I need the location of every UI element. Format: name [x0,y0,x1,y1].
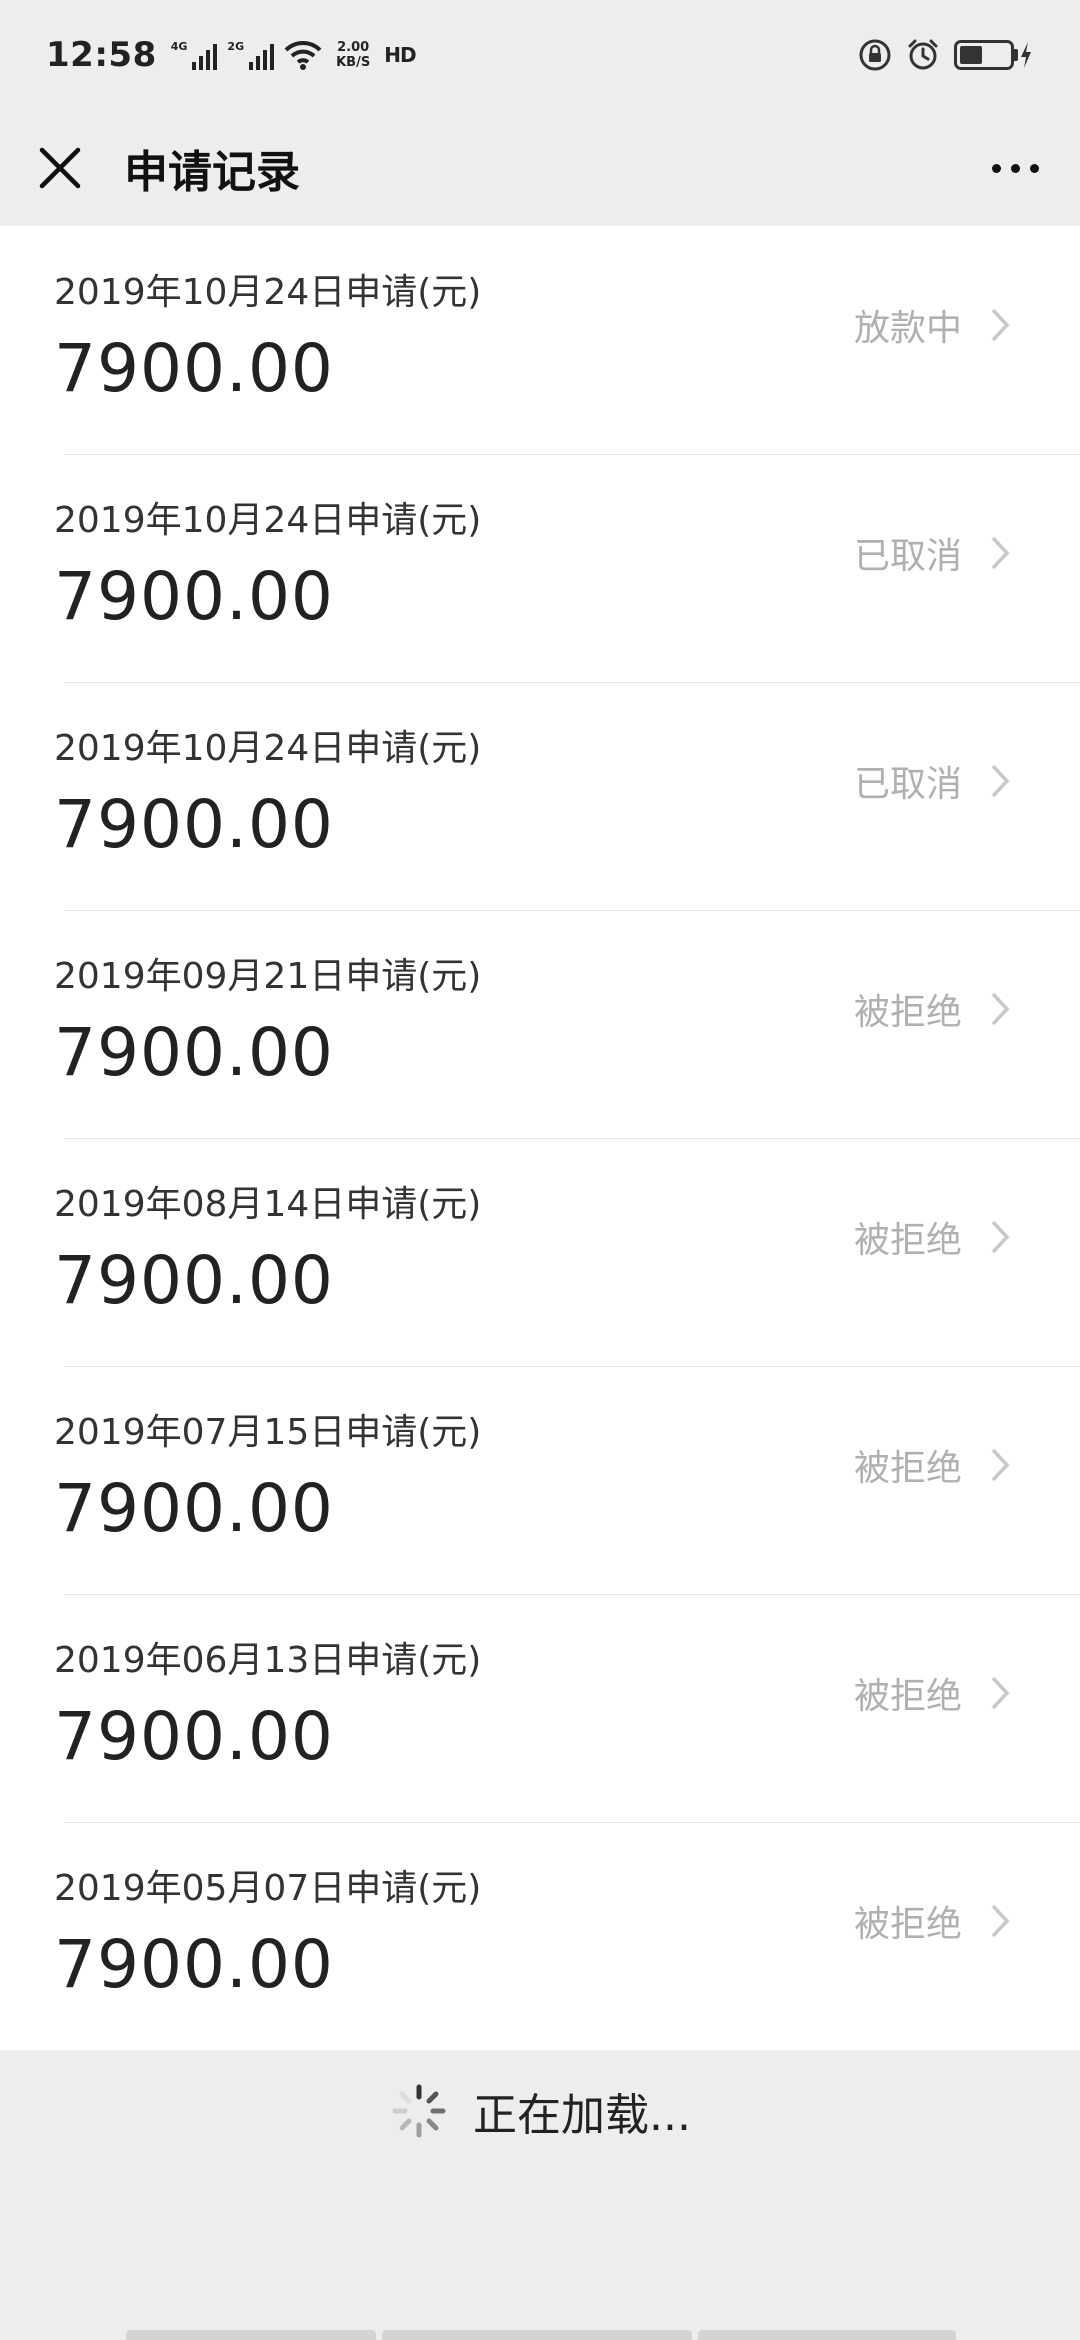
record-item[interactable]: 2019年10月24日申请(元) 7900.00 已取消 [0,682,1080,910]
record-status: 被拒绝 [853,1676,962,1717]
loading-spinner-icon [392,2084,446,2138]
status-left-icons: 4G 2G 2.00 KB/S HD [171,40,417,70]
record-status: 被拒绝 [853,1904,962,1945]
alarm-icon [908,39,938,70]
record-amount: 7900.00 [54,786,334,863]
bottom-tab-strip [126,2330,956,2340]
page-title: 申请记录 [124,147,300,198]
record-date: 2019年06月13日申请(元) [54,1640,482,1681]
record-date: 2019年07月15日申请(元) [54,1412,482,1453]
record-item[interactable]: 2019年08月14日申请(元) 7900.00 被拒绝 [0,1138,1080,1366]
record-date: 2019年10月24日申请(元) [54,728,482,769]
signal-4g-icon: 4G [171,40,218,70]
chevron-right-icon [990,1675,1050,1711]
chevron-right-icon [990,763,1050,799]
record-status: 已取消 [853,764,962,805]
hd-badge: HD [384,43,416,67]
record-amount: 7900.00 [54,1698,334,1775]
close-icon [39,147,81,189]
wifi-icon [284,40,322,70]
battery-icon [954,40,1034,70]
status-time: 12:58 [46,35,157,75]
record-date: 2019年10月24日申请(元) [54,500,482,541]
record-status: 被拒绝 [853,1220,962,1261]
record-date: 2019年09月21日申请(元) [54,956,482,997]
chevron-right-icon [990,307,1050,343]
battery-fill [960,46,982,64]
record-amount: 7900.00 [54,1926,334,2003]
record-amount: 7900.00 [54,1470,334,1547]
more-button[interactable] [950,110,1080,226]
loading-indicator: 正在加载... [0,2046,1080,2176]
chevron-right-icon [990,1219,1050,1255]
more-icon [991,163,1001,173]
chevron-right-icon [990,991,1050,1027]
record-amount: 7900.00 [54,1242,334,1319]
record-date: 2019年05月07日申请(元) [54,1868,482,1909]
record-amount: 7900.00 [54,558,334,635]
chevron-right-icon [990,1447,1050,1483]
record-amount: 7900.00 [54,330,334,407]
status-right-icons [858,38,1034,72]
record-item[interactable]: 2019年06月13日申请(元) 7900.00 被拒绝 [0,1594,1080,1822]
nav-bar: 申请记录 [0,110,1080,226]
chevron-right-icon [990,1903,1050,1939]
close-button[interactable] [0,110,120,226]
application-record-list: 2019年10月24日申请(元) 7900.00 放款中 2019年10月24日… [0,226,1080,2050]
charging-icon [1021,42,1031,68]
chevron-right-icon [990,535,1050,571]
status-bar: 12:58 4G 2G 2.00 KB/S HD [0,0,1080,110]
record-item[interactable]: 2019年09月21日申请(元) 7900.00 被拒绝 [0,910,1080,1138]
record-date: 2019年08月14日申请(元) [54,1184,482,1225]
record-status: 放款中 [853,308,962,349]
record-date: 2019年10月24日申请(元) [54,272,482,313]
record-amount: 7900.00 [54,1014,334,1091]
record-item[interactable]: 2019年07月15日申请(元) 7900.00 被拒绝 [0,1366,1080,1594]
signal-2g-icon: 2G [227,40,275,70]
record-item[interactable]: 2019年05月07日申请(元) 7900.00 被拒绝 [0,1822,1080,2050]
record-status: 被拒绝 [853,992,962,1033]
record-status: 被拒绝 [853,1448,962,1489]
record-status: 已取消 [853,536,962,577]
signal-2g-label: 2G [227,40,245,53]
network-speed: 2.00 KB/S [336,40,370,70]
record-item[interactable]: 2019年10月24日申请(元) 7900.00 已取消 [0,454,1080,682]
network-speed-value: 2.00 [337,40,370,55]
loading-text: 正在加载... [473,2090,691,2141]
rotation-lock-icon [859,39,891,71]
signal-4g-label: 4G [170,40,188,53]
network-speed-unit: KB/S [336,55,371,70]
record-item[interactable]: 2019年10月24日申请(元) 7900.00 放款中 [0,226,1080,454]
